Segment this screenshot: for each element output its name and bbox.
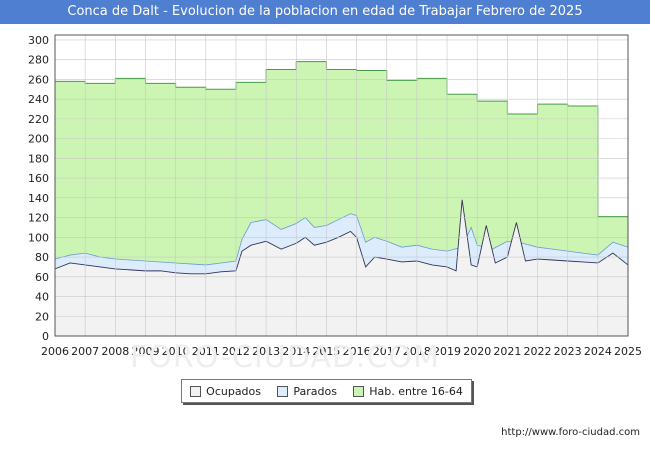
y-tick-label-20: 20 xyxy=(35,310,49,323)
x-tick-label-2021: 2021 xyxy=(493,345,521,358)
x-tick-label-2020: 2020 xyxy=(463,345,491,358)
y-tick-label-0: 0 xyxy=(42,330,49,343)
y-tick-label-200: 200 xyxy=(28,133,49,146)
y-tick-label-140: 140 xyxy=(28,192,49,205)
legend-swatch-ocupados xyxy=(190,385,202,397)
legend-swatch-hab xyxy=(353,385,365,397)
y-tick-label-60: 60 xyxy=(35,271,49,284)
x-tick-label-2006: 2006 xyxy=(41,345,69,358)
x-tick-label-2007: 2007 xyxy=(71,345,99,358)
legend-item-parados: Parados xyxy=(277,385,337,398)
legend-label-parados: Parados xyxy=(293,384,337,398)
y-tick-label-280: 280 xyxy=(28,54,49,67)
x-tick-label-2024: 2024 xyxy=(584,345,612,358)
legend-item-hab: Hab. entre 16-64 xyxy=(353,385,463,398)
y-tick-label-300: 300 xyxy=(28,34,49,47)
legend-swatch-parados xyxy=(277,385,289,397)
y-tick-label-240: 240 xyxy=(28,93,49,106)
y-tick-label-40: 40 xyxy=(35,291,49,304)
y-tick-label-220: 220 xyxy=(28,113,49,126)
x-tick-label-2023: 2023 xyxy=(554,345,582,358)
y-tick-label-160: 160 xyxy=(28,172,49,185)
legend-label-ocupados: Ocupados xyxy=(206,384,262,398)
y-tick-label-120: 120 xyxy=(28,212,49,225)
x-tick-label-2022: 2022 xyxy=(524,345,552,358)
watermark: FORO-CIUDAD.COM xyxy=(130,340,440,375)
x-tick-label-2008: 2008 xyxy=(101,345,129,358)
chart-legend: Ocupados Parados Hab. entre 16-64 xyxy=(181,379,472,403)
y-tick-label-180: 180 xyxy=(28,152,49,165)
y-tick-label-100: 100 xyxy=(28,231,49,244)
footer-url: http://www.foro-ciudad.com xyxy=(501,427,640,438)
legend-label-hab: Hab. entre 16-64 xyxy=(369,384,463,398)
legend-item-ocupados: Ocupados xyxy=(190,385,261,398)
y-tick-label-260: 260 xyxy=(28,73,49,86)
y-tick-label-80: 80 xyxy=(35,251,49,264)
x-tick-label-2025: 2025 xyxy=(614,345,642,358)
